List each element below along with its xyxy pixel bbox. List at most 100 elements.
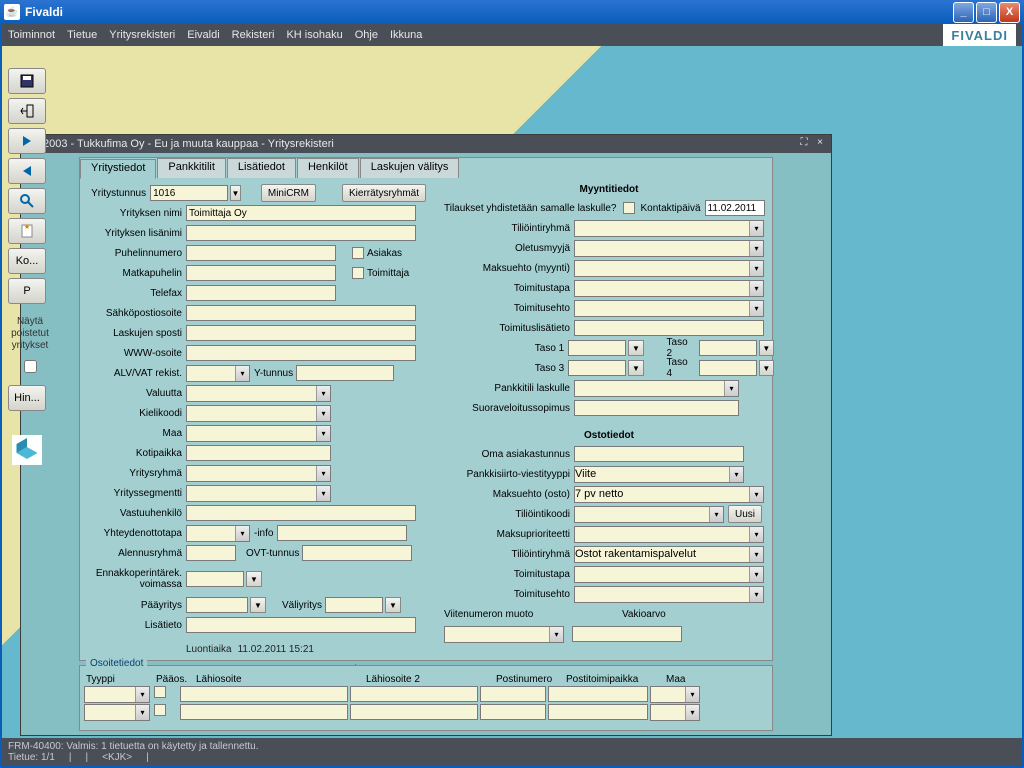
inner-restore-button[interactable]: ⛶ (797, 137, 811, 151)
addr-lahiosoite-1[interactable] (180, 686, 348, 702)
menu-khisohaku[interactable]: KH isohaku (286, 29, 342, 41)
tilaukset-checkbox[interactable] (623, 202, 635, 214)
addr-postitoimi-2[interactable] (548, 704, 648, 720)
suoraveloitus-field[interactable] (574, 400, 739, 416)
new-icon[interactable]: ★ (8, 218, 46, 244)
viitenumeron-combo[interactable]: ▾ (444, 626, 564, 643)
yritystunnus-field[interactable] (150, 185, 228, 201)
valuutta-combo[interactable]: ▾ (186, 385, 331, 402)
vastuu-field[interactable] (186, 505, 416, 521)
minicrm-button[interactable]: MiniCRM (261, 184, 316, 202)
ovt-field[interactable] (302, 545, 412, 561)
addr-paaos-2[interactable] (154, 704, 166, 716)
addr-lahiosoite2-2[interactable] (350, 704, 478, 720)
nayta-poistetut-checkbox[interactable] (24, 360, 37, 373)
toimituslisatieto-field[interactable] (574, 320, 764, 336)
kontaktipv-field[interactable] (705, 200, 765, 216)
menu-toiminnot[interactable]: Toiminnot (8, 29, 55, 41)
yritystunnus-lookup-button[interactable]: ▼ (230, 185, 241, 201)
taso1-field[interactable] (568, 340, 626, 356)
segmentti-combo[interactable]: ▾ (186, 485, 331, 502)
menu-ikkuna[interactable]: Ikkuna (390, 29, 422, 41)
asiakas-checkbox[interactable] (352, 247, 364, 259)
addr-tyyppi-1[interactable]: ▾ (84, 686, 150, 703)
menu-yritysrekisteri[interactable]: Yritysrekisteri (109, 29, 175, 41)
menu-ohje[interactable]: Ohje (355, 29, 378, 41)
matka-field[interactable] (186, 265, 336, 281)
maksuehto-osto-combo[interactable]: 7 pv netto▾ (574, 486, 764, 503)
paayritys-field[interactable] (186, 597, 248, 613)
maa-combo[interactable]: ▾ (186, 425, 331, 442)
kotipaikka-field[interactable] (186, 445, 331, 461)
exit-left-icon[interactable] (8, 98, 46, 124)
valiyritys-lookup-button[interactable]: ▼ (385, 597, 401, 613)
maximize-button[interactable]: □ (976, 2, 997, 23)
sahkoposti-field[interactable] (186, 305, 416, 321)
tab-henkilot[interactable]: Henkilöt (297, 158, 359, 178)
addr-maa-2[interactable]: ▾ (650, 704, 700, 721)
taso4-field[interactable] (699, 360, 757, 376)
toimitusehto-myynti-combo[interactable]: ▾ (574, 300, 764, 317)
tab-laskujen-valitys[interactable]: Laskujen välitys (360, 158, 460, 178)
hin-button[interactable]: Hin... (8, 385, 46, 411)
p-button[interactable]: P (8, 278, 46, 304)
tab-lisatiedot[interactable]: Lisätiedot (227, 158, 296, 178)
yritysryhma-combo[interactable]: ▾ (186, 465, 331, 482)
laskusposti-field[interactable] (186, 325, 416, 341)
ytunnus-field[interactable] (296, 365, 394, 381)
alennus-field[interactable] (186, 545, 236, 561)
maksuehto-myynti-combo[interactable]: ▾ (574, 260, 764, 277)
toimitusehto-osto-combo[interactable]: ▾ (574, 586, 764, 603)
pankkitili-combo[interactable]: ▾ (574, 380, 739, 397)
tiliointi-myynti-combo[interactable]: ▾ (574, 220, 764, 237)
www-field[interactable] (186, 345, 416, 361)
menu-tietue[interactable]: Tietue (67, 29, 97, 41)
menu-eivaldi[interactable]: Eivaldi (187, 29, 219, 41)
inner-close-button[interactable]: × (813, 137, 827, 151)
maksuprio-combo[interactable]: ▾ (574, 526, 764, 543)
tiliointiryhma-osto-combo[interactable]: Ostot rakentamispalvelut▾ (574, 546, 764, 563)
tab-pankkitilit[interactable]: Pankkitilit (157, 158, 225, 178)
ennakko-lookup-button[interactable]: ▼ (246, 571, 262, 587)
paayritys-lookup-button[interactable]: ▼ (250, 597, 266, 613)
save-icon[interactable] (8, 68, 46, 94)
taso3-lookup-button[interactable]: ▼ (628, 360, 643, 376)
alvvat-combo[interactable]: ▾ (186, 365, 250, 382)
oletusmyyja-combo[interactable]: ▾ (574, 240, 764, 257)
kielikoodi-combo[interactable]: ▾ (186, 405, 331, 422)
uusi-button[interactable]: Uusi (728, 505, 762, 523)
tab-yritystiedot[interactable]: Yritystiedot (80, 159, 156, 179)
taso2-field[interactable] (699, 340, 757, 356)
addr-lahiosoite-2[interactable] (180, 704, 348, 720)
taso4-lookup-button[interactable]: ▼ (759, 360, 774, 376)
addr-postitoimi-1[interactable] (548, 686, 648, 702)
addr-postinumero-1[interactable] (480, 686, 546, 702)
vakioarvo-field[interactable] (572, 626, 682, 642)
yhteyden-combo[interactable]: ▾ (186, 525, 250, 542)
addr-postinumero-2[interactable] (480, 704, 546, 720)
lisatieto-field[interactable] (186, 617, 416, 633)
toimittaja-checkbox[interactable] (352, 267, 364, 279)
yrityksen-nimi-field[interactable] (186, 205, 416, 221)
puhelin-field[interactable] (186, 245, 336, 261)
taso2-lookup-button[interactable]: ▼ (759, 340, 774, 356)
addr-lahiosoite2-1[interactable] (350, 686, 478, 702)
addr-maa-1[interactable]: ▾ (650, 686, 700, 703)
yhteyden-info-field[interactable] (277, 525, 407, 541)
oma-asiakas-field[interactable] (574, 446, 744, 462)
lisanimi-field[interactable] (186, 225, 416, 241)
menu-rekisteri[interactable]: Rekisteri (232, 29, 275, 41)
tiliointikoodi-combo[interactable]: ▾ (574, 506, 724, 523)
ko-button[interactable]: Ko... (8, 248, 46, 274)
minimize-button[interactable]: _ (953, 2, 974, 23)
valiyritys-field[interactable] (325, 597, 383, 613)
toimitustapa-osto-combo[interactable]: ▾ (574, 566, 764, 583)
ennakko-field[interactable] (186, 571, 244, 587)
addr-paaos-1[interactable] (154, 686, 166, 698)
next-icon[interactable] (8, 128, 46, 154)
pankkisiirto-combo[interactable]: Viite▾ (574, 466, 744, 483)
close-button[interactable]: X (999, 2, 1020, 23)
taso3-field[interactable] (568, 360, 626, 376)
addr-tyyppi-2[interactable]: ▾ (84, 704, 150, 721)
search-icon[interactable] (8, 188, 46, 214)
